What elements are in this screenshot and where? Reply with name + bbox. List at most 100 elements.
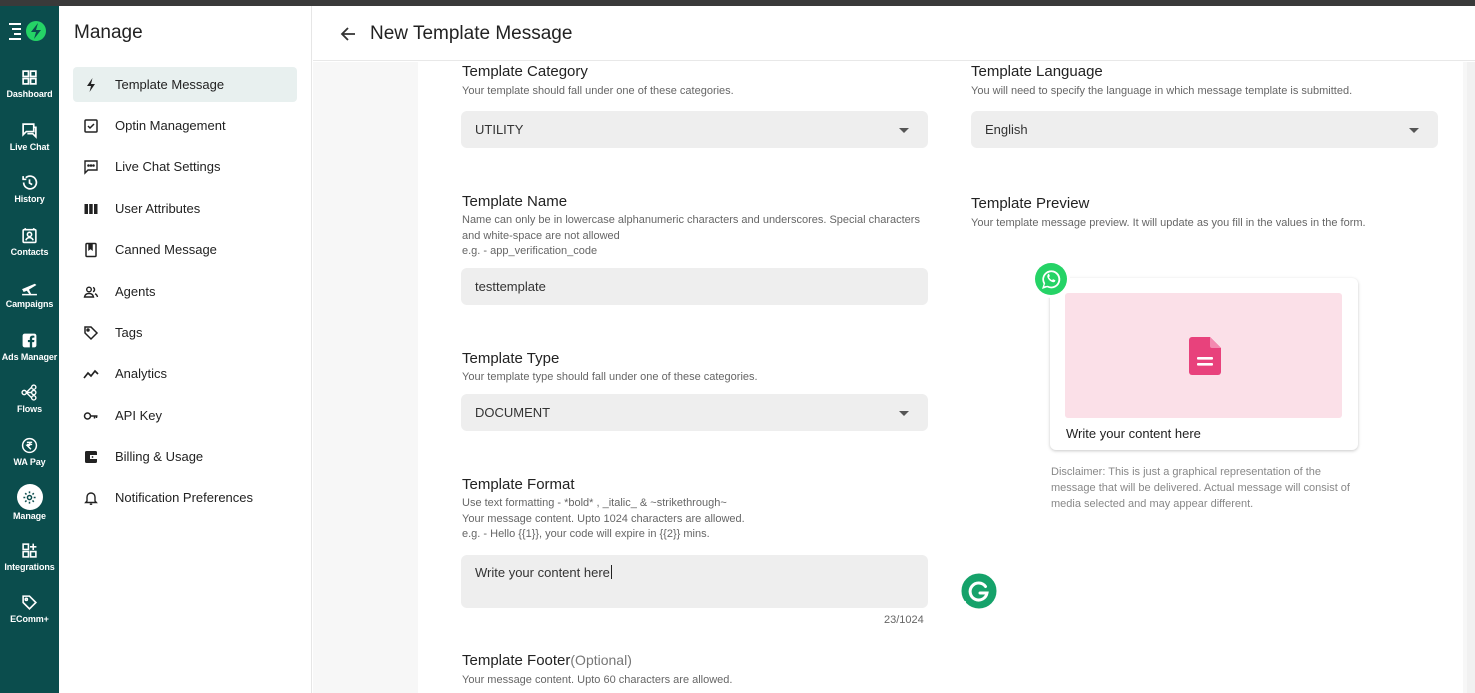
- format-textarea[interactable]: Write your content here: [461, 555, 928, 608]
- gear-icon: [16, 484, 43, 510]
- rail-label: EComm+: [10, 614, 49, 624]
- menu-item-billing-usage[interactable]: Billing & Usage: [73, 439, 297, 474]
- menu-item-user-attributes[interactable]: User Attributes: [73, 191, 297, 226]
- menu-item-notification-preferences[interactable]: Notification Preferences: [73, 480, 297, 515]
- menu-item-agents[interactable]: Agents: [73, 274, 297, 309]
- type-select[interactable]: DOCUMENT: [461, 394, 928, 431]
- chevron-down-icon: [899, 127, 909, 133]
- rail-label: Live Chat: [9, 142, 50, 152]
- language-value: English: [985, 122, 1028, 137]
- rail-item-flows[interactable]: Flows: [0, 383, 59, 431]
- flows-icon: [21, 383, 39, 401]
- rail-item-live-chat[interactable]: Live Chat: [0, 121, 59, 169]
- rail-item-ads-manager[interactable]: Ads Manager: [0, 331, 59, 379]
- people-icon: [83, 284, 99, 300]
- bolt-icon: [83, 77, 99, 93]
- format-desc-1: Use text formatting - *bold* , _italic_ …: [462, 497, 727, 509]
- app-rail: Dashboard Live Chat History Contacts Cam…: [0, 6, 59, 693]
- chat-icon: [21, 121, 39, 139]
- menu-item-template-message[interactable]: Template Message: [73, 67, 297, 102]
- rail-item-dashboard[interactable]: Dashboard: [0, 68, 59, 116]
- rail-label: Contacts: [10, 247, 49, 257]
- rail-item-campaigns[interactable]: Campaigns: [0, 278, 59, 326]
- back-arrow-icon[interactable]: [339, 25, 357, 43]
- page-title: New Template Message: [370, 23, 573, 44]
- manage-title: Manage: [74, 22, 143, 43]
- category-value: UTILITY: [475, 122, 524, 137]
- language-select[interactable]: English: [971, 111, 1438, 148]
- menu-item-label: Billing & Usage: [115, 449, 204, 464]
- document-icon: [1189, 337, 1221, 375]
- trend-icon: [83, 366, 99, 382]
- history-icon: [21, 173, 39, 191]
- dashboard-icon: [21, 68, 39, 86]
- format-desc-2: Your message content. Upto 1024 characte…: [462, 513, 745, 525]
- category-select[interactable]: UTILITY: [461, 111, 928, 148]
- name-input[interactable]: testtemplate: [461, 268, 928, 305]
- menu-item-canned-message[interactable]: Canned Message: [73, 232, 297, 267]
- rail-label: Integrations: [4, 562, 55, 572]
- menu-item-api-key[interactable]: API Key: [73, 398, 297, 433]
- menu-item-label: User Attributes: [115, 201, 201, 216]
- manage-panel: Manage Template Message Optin Management…: [59, 6, 312, 693]
- category-title: Template Category: [462, 63, 588, 80]
- format-textarea-value: Write your content here: [475, 565, 610, 580]
- name-input-value: testtemplate: [475, 279, 546, 294]
- menu-item-label: Canned Message: [115, 242, 217, 257]
- rail-label: Flows: [16, 404, 42, 414]
- format-example: e.g. - Hello {{1}}, your code will expir…: [462, 528, 710, 540]
- preview-message-card: Write your content here: [1050, 278, 1358, 450]
- chevron-down-icon: [899, 410, 909, 416]
- footer-optional: (Optional): [570, 652, 632, 668]
- app-logo: [9, 21, 46, 41]
- rail-item-integrations[interactable]: Integrations: [0, 541, 59, 589]
- rail-label: Manage: [13, 511, 46, 521]
- rail-item-ecomm[interactable]: EComm+: [0, 593, 59, 641]
- scrollbar[interactable]: [1467, 62, 1475, 693]
- preview-disclaimer: Disclaimer: This is just a graphical rep…: [1051, 466, 1350, 510]
- tag-icon: [83, 325, 99, 341]
- preview-desc: Your template message preview. It will u…: [971, 217, 1366, 229]
- chevron-down-icon: [1409, 127, 1419, 133]
- rail-label: Dashboard: [6, 89, 53, 99]
- rail-item-contacts[interactable]: Contacts: [0, 226, 59, 274]
- type-title: Template Type: [462, 350, 560, 367]
- tag-icon: [21, 593, 39, 611]
- menu-item-label: Analytics: [115, 366, 168, 381]
- name-desc-1: Name can only be in lowercase alphanumer…: [462, 214, 920, 226]
- type-value: DOCUMENT: [475, 405, 551, 420]
- footer-desc: Your message content. Upto 60 characters…: [462, 674, 733, 686]
- menu-item-label: Tags: [115, 325, 143, 340]
- language-title: Template Language: [971, 63, 1103, 80]
- menu-item-optin-management[interactable]: Optin Management: [73, 108, 297, 143]
- preview-title: Template Preview: [971, 195, 1090, 212]
- chat-dots-icon: [83, 159, 99, 175]
- rail-item-history[interactable]: History: [0, 173, 59, 221]
- preview-media-placeholder: [1065, 293, 1342, 418]
- name-title: Template Name: [462, 193, 568, 210]
- menu-item-tags[interactable]: Tags: [73, 315, 297, 350]
- contacts-icon: [21, 226, 39, 244]
- key-icon: [83, 408, 99, 424]
- menu-item-analytics[interactable]: Analytics: [73, 356, 297, 391]
- type-desc: Your template type should fall under one…: [462, 371, 758, 383]
- rail-item-manage[interactable]: Manage: [0, 484, 59, 536]
- facebook-icon: [21, 331, 39, 349]
- menu-item-label: Optin Management: [115, 118, 226, 133]
- columns-icon: [83, 201, 99, 217]
- menu-item-label: Template Message: [115, 77, 225, 92]
- whatsapp-icon: [1032, 260, 1070, 298]
- text-cursor: [610, 565, 612, 579]
- grammarly-icon[interactable]: [960, 572, 998, 610]
- rail-item-wa-pay[interactable]: WA Pay: [0, 436, 59, 484]
- category-desc: Your template should fall under one of t…: [462, 85, 734, 97]
- menu-item-live-chat-settings[interactable]: Live Chat Settings: [73, 149, 297, 184]
- footer-title-text: Template Footer: [462, 652, 571, 669]
- menu-item-label: Notification Preferences: [115, 490, 254, 505]
- rail-label: Campaigns: [5, 299, 54, 309]
- menu-item-label: Agents: [115, 284, 156, 299]
- rail-label: WA Pay: [13, 457, 46, 467]
- language-desc: You will need to specify the language in…: [971, 85, 1353, 97]
- character-counter: 23/1024: [884, 614, 924, 626]
- rupee-icon: [21, 436, 39, 454]
